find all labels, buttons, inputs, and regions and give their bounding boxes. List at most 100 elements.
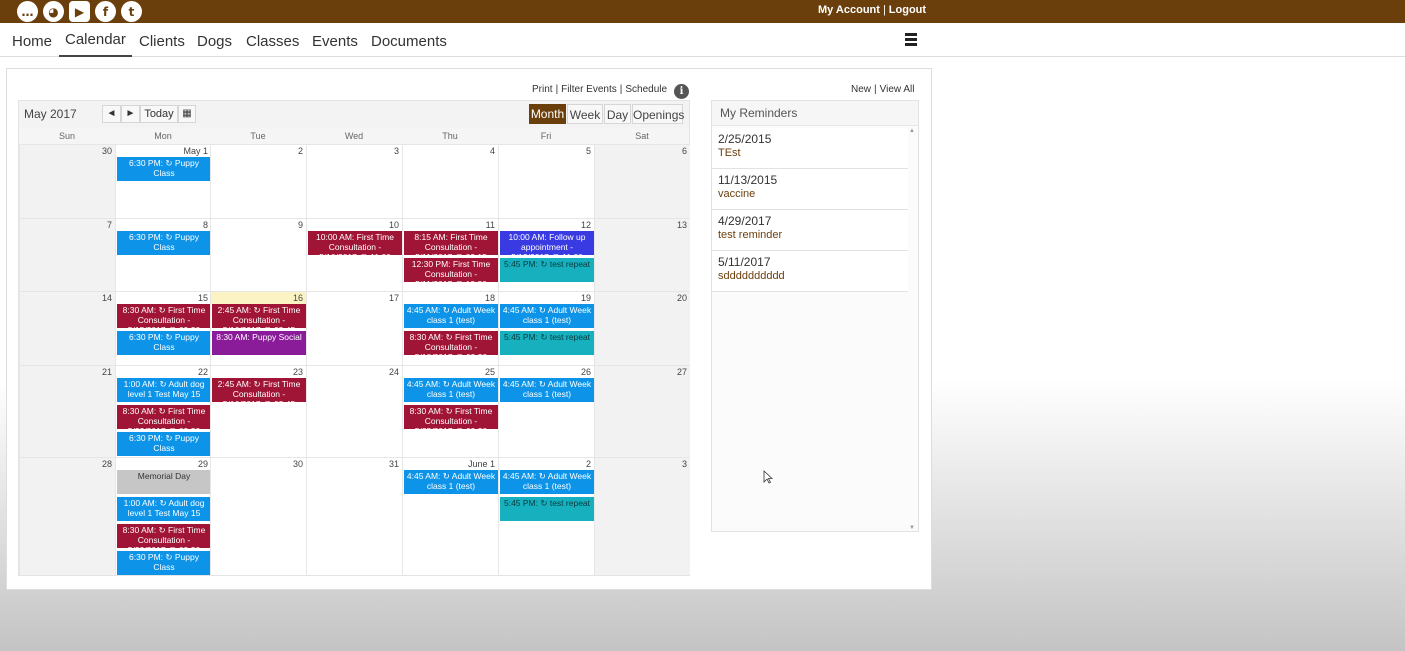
day-number[interactable]: 29 bbox=[198, 459, 208, 469]
scroll-up-icon[interactable]: ▲ bbox=[908, 128, 916, 134]
calendar-day-cell[interactable]: 7 bbox=[19, 218, 115, 291]
day-number[interactable]: 30 bbox=[293, 459, 303, 469]
day-number[interactable]: 2 bbox=[586, 459, 591, 469]
calendar-event[interactable]: 8:15 AM: First Time Consultation - 5/11/… bbox=[404, 231, 498, 255]
day-number[interactable]: 17 bbox=[389, 293, 399, 303]
calendar-day-cell[interactable]: 4 bbox=[402, 144, 498, 218]
view-all-reminders-link[interactable]: View All bbox=[880, 84, 915, 95]
calendar-day-cell[interactable]: 162:45 AM: ↻ First Time Consultation - 5… bbox=[210, 291, 306, 365]
calendar-day-cell[interactable]: 29 Memorial Day 1:00 AM: ↻ Adult dog level… bbox=[115, 457, 211, 575]
calendar-day-cell[interactable]: 25 4:45 AM: ↻ Adult Week class 1 (test) 8:… bbox=[402, 365, 498, 457]
day-number[interactable]: 24 bbox=[389, 367, 399, 377]
day-number[interactable]: 23 bbox=[293, 367, 303, 377]
calendar-day-cell[interactable]: 158:30 AM: ↻ First Time Consultation - 5… bbox=[115, 291, 211, 365]
day-number[interactable]: 9 bbox=[298, 220, 303, 230]
day-number[interactable]: 13 bbox=[677, 220, 687, 230]
day-number[interactable]: 19 bbox=[581, 293, 591, 303]
calendar-event[interactable]: 2:45 AM: ↻ First Time Consultation - 5/1… bbox=[212, 304, 306, 328]
day-number[interactable]: 10 bbox=[389, 220, 399, 230]
calendar-day-cell[interactable]: 6 bbox=[594, 144, 690, 218]
calendar-event[interactable]: 6:30 PM: ↻ Puppy Class bbox=[117, 331, 211, 355]
calendar-day-cell[interactable]: 9 bbox=[210, 218, 306, 291]
reminder-item[interactable]: 5/11/2017 sdddddddddd bbox=[712, 251, 908, 292]
calendar-day-cell[interactable]: 22 1:00 AM: ↻ Adult dog level 1 Test May … bbox=[115, 365, 211, 457]
day-number[interactable]: 5 bbox=[586, 146, 591, 156]
calendar-event[interactable]: 8:30 AM: ↻ First Time Consultation - 5/2… bbox=[117, 405, 211, 429]
calendar-event[interactable]: 10:00 AM: Follow up appointment - 5/12/2… bbox=[500, 231, 594, 255]
print-link[interactable]: Print bbox=[532, 84, 553, 95]
nav-dogs[interactable]: Dogs bbox=[197, 33, 232, 50]
calendar-event[interactable]: 1:00 AM: ↻ Adult dog level 1 Test May 15 bbox=[117, 497, 211, 521]
prev-month-button[interactable]: ◄ bbox=[102, 105, 121, 123]
facebook-icon[interactable]: f bbox=[95, 1, 116, 22]
calendar-day-cell[interactable]: 21 bbox=[19, 365, 115, 457]
calendar-day-cell[interactable]: 3 bbox=[306, 144, 402, 218]
day-number[interactable]: 18 bbox=[485, 293, 495, 303]
calendar-event[interactable]: 1:00 AM: ↻ Adult dog level 1 Test May 15 bbox=[117, 378, 211, 402]
reminder-item[interactable]: 11/13/2015 vaccine bbox=[712, 169, 908, 210]
calendar-day-cell[interactable]: 31 bbox=[306, 457, 402, 575]
day-number[interactable]: 3 bbox=[394, 146, 399, 156]
calendar-day-cell[interactable]: 26 4:45 AM: ↻ Adult Week class 1 (test) bbox=[498, 365, 594, 457]
calendar-day-cell[interactable]: 24 bbox=[306, 365, 402, 457]
calendar-day-cell[interactable]: 17 bbox=[306, 291, 402, 365]
calendar-day-cell[interactable]: 30 bbox=[210, 457, 306, 575]
calendar-day-cell[interactable]: June 1 4:45 AM: ↻ Adult Week class 1 (tes… bbox=[402, 457, 498, 575]
reminder-item[interactable]: 4/29/2017 test reminder bbox=[712, 210, 908, 251]
calendar-day-cell[interactable]: 14 bbox=[19, 291, 115, 365]
calendar-event[interactable]: 6:30 PM: ↻ Puppy Class bbox=[117, 551, 211, 575]
day-number[interactable]: 11 bbox=[486, 220, 495, 230]
nav-home[interactable]: Home bbox=[12, 33, 52, 50]
day-number[interactable]: 2 bbox=[298, 146, 303, 156]
date-picker-icon[interactable]: ▦ bbox=[178, 105, 196, 123]
day-number[interactable]: 31 bbox=[389, 459, 399, 469]
day-number[interactable]: 30 bbox=[102, 146, 112, 156]
calendar-event[interactable]: 4:45 AM: ↻ Adult Week class 1 (test) bbox=[404, 304, 498, 328]
logout-link[interactable]: Logout bbox=[889, 4, 926, 16]
day-number[interactable]: 3 bbox=[682, 459, 687, 469]
calendar-day-cell[interactable]: 2 bbox=[210, 144, 306, 218]
nav-events[interactable]: Events bbox=[312, 33, 358, 50]
youtube-icon[interactable]: ▶ bbox=[69, 1, 90, 22]
new-reminder-link[interactable]: New bbox=[851, 84, 871, 95]
day-number[interactable]: May 1 bbox=[183, 146, 208, 156]
nav-classes[interactable]: Classes bbox=[246, 33, 299, 50]
calendar-event[interactable]: 4:45 AM: ↻ Adult Week class 1 (test) bbox=[404, 378, 498, 402]
calendar-event[interactable]: 2:45 AM: ↻ First Time Consultation - 5/1… bbox=[212, 378, 306, 402]
month-view-button[interactable]: Month bbox=[529, 104, 566, 124]
calendar-event[interactable]: 4:45 AM: ↻ Adult Week class 1 (test) bbox=[404, 470, 498, 494]
calendar-event[interactable]: 5:45 PM: ↻ test repeat bbox=[500, 497, 594, 521]
calendar-event[interactable]: 4:45 AM: ↻ Adult Week class 1 (test) bbox=[500, 304, 594, 328]
calendar-event[interactable]: 8:30 AM: ↻ First Time Consultation - 5/2… bbox=[404, 405, 498, 429]
calendar-day-cell[interactable]: 232:45 AM: ↻ First Time Consultation - 5… bbox=[210, 365, 306, 457]
chat-icon[interactable]: … bbox=[17, 1, 38, 22]
day-number[interactable]: 28 bbox=[102, 459, 112, 469]
day-number[interactable]: 12 bbox=[581, 220, 591, 230]
calendar-event[interactable]: 8:30 AM: ↻ First Time Consultation - 5/1… bbox=[404, 331, 498, 355]
calendar-day-cell[interactable]: 13 bbox=[594, 218, 690, 291]
github-icon[interactable]: ◕ bbox=[43, 1, 64, 22]
day-number[interactable]: June 1 bbox=[468, 459, 495, 469]
calendar-event[interactable]: 8:30 AM: Puppy Social bbox=[212, 331, 306, 355]
calendar-event[interactable]: 8:30 AM: ↻ First Time Consultation - 5/2… bbox=[117, 524, 211, 548]
calendar-day-cell[interactable]: 19 4:45 AM: ↻ Adult Week class 1 (test) 5:… bbox=[498, 291, 594, 365]
day-number[interactable]: 22 bbox=[198, 367, 208, 377]
calendar-day-cell[interactable]: 5 bbox=[498, 144, 594, 218]
next-month-button[interactable]: ► bbox=[121, 105, 140, 123]
nav-calendar[interactable]: Calendar bbox=[59, 31, 132, 57]
reminders-scrollbar[interactable]: ▲ ▼ bbox=[908, 128, 916, 531]
day-number[interactable]: 14 bbox=[102, 293, 112, 303]
calendar-event[interactable]: 12:30 PM: First Time Consultation - 5/11… bbox=[404, 258, 498, 282]
calendar-event[interactable]: 6:30 PM: ↻ Puppy Class bbox=[117, 157, 211, 181]
nav-documents[interactable]: Documents bbox=[371, 33, 447, 50]
day-number[interactable]: 16 bbox=[293, 293, 303, 303]
calendar-day-cell[interactable]: 1010:00 AM: First Time Consultation - 5/… bbox=[306, 218, 402, 291]
calendar-day-cell[interactable]: 18 4:45 AM: ↻ Adult Week class 1 (test) 8:… bbox=[402, 291, 498, 365]
schedule-link[interactable]: Schedule bbox=[625, 84, 667, 95]
day-number[interactable]: 15 bbox=[198, 293, 208, 303]
filter-events-link[interactable]: Filter Events bbox=[561, 84, 617, 95]
calendar-event[interactable]: 4:45 AM: ↻ Adult Week class 1 (test) bbox=[500, 378, 594, 402]
calendar-event[interactable]: 10:00 AM: First Time Consultation - 5/10… bbox=[308, 231, 402, 255]
day-number[interactable]: 8 bbox=[203, 220, 208, 230]
day-number[interactable]: 25 bbox=[485, 367, 495, 377]
